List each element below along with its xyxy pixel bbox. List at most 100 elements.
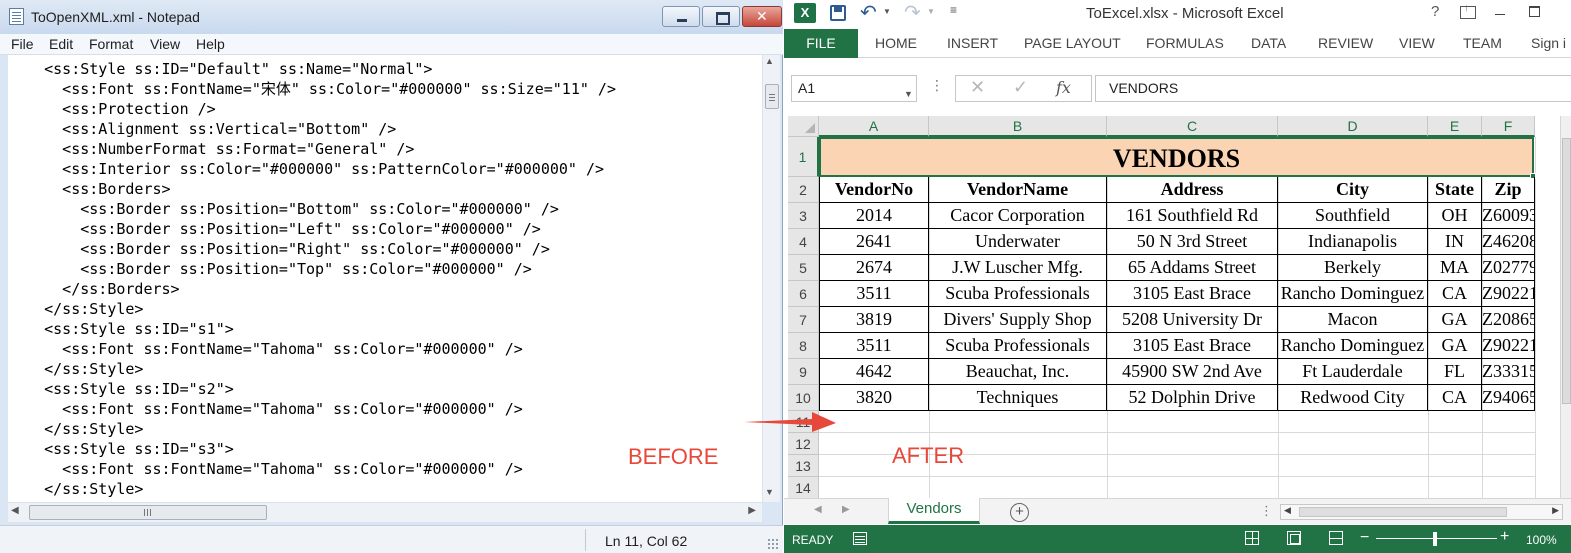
- previous-sheet-icon[interactable]: ◀: [814, 504, 822, 515]
- cell-city[interactable]: Rancho Dominguez: [1278, 333, 1428, 359]
- menu-file[interactable]: File: [11, 36, 34, 52]
- cell-state[interactable]: IN: [1428, 229, 1482, 255]
- scroll-left-icon[interactable]: ◀: [1284, 505, 1291, 516]
- cell-city[interactable]: Redwood City: [1278, 385, 1428, 411]
- cell-vendor-no[interactable]: 3511: [819, 333, 929, 359]
- normal-view-icon[interactable]: [1245, 531, 1259, 545]
- tab-review[interactable]: REVIEW: [1318, 35, 1373, 51]
- cell-city[interactable]: Macon: [1278, 307, 1428, 333]
- redo-dropdown-icon[interactable]: ▼: [927, 7, 935, 16]
- tab-split-handle-icon[interactable]: ⋮: [1260, 503, 1273, 519]
- tab-home[interactable]: HOME: [875, 35, 917, 51]
- cell-state[interactable]: MA: [1428, 255, 1482, 281]
- cell-vendor-no[interactable]: 2641: [819, 229, 929, 255]
- cell-vendor-name[interactable]: Scuba Professionals: [929, 281, 1107, 307]
- cell-address[interactable]: 161 Southfield Rd: [1107, 203, 1278, 229]
- row-header[interactable]: 1: [788, 137, 819, 177]
- sign-in-link[interactable]: Sign i: [1531, 35, 1566, 51]
- scroll-right-icon[interactable]: ▶: [1552, 505, 1559, 516]
- column-header-a[interactable]: A: [819, 116, 929, 137]
- excel-vertical-scrollbar[interactable]: [1560, 116, 1571, 498]
- row-header[interactable]: 9: [788, 359, 819, 385]
- cell-vendor-no[interactable]: 3511: [819, 281, 929, 307]
- cell-state[interactable]: CA: [1428, 281, 1482, 307]
- scroll-up-icon[interactable]: ▲: [765, 56, 774, 66]
- cell-zip[interactable]: Z94065: [1482, 385, 1535, 411]
- undo-icon[interactable]: ↶: [860, 0, 877, 25]
- cell-state[interactable]: GA: [1428, 333, 1482, 359]
- zoom-level[interactable]: 100%: [1526, 533, 1557, 547]
- column-header-b[interactable]: B: [929, 116, 1107, 137]
- help-button[interactable]: ?: [1431, 3, 1439, 20]
- column-header-c[interactable]: C: [1107, 116, 1278, 137]
- row-header[interactable]: 6: [788, 281, 819, 307]
- menu-help[interactable]: Help: [196, 36, 225, 52]
- cell-state[interactable]: OH: [1428, 203, 1482, 229]
- formula-bar-grip-icon[interactable]: ⋮: [930, 77, 944, 94]
- customize-toolbar-icon[interactable]: ≡: [950, 3, 957, 17]
- excel-vertical-scroll-thumb[interactable]: [1562, 138, 1571, 404]
- cell-state[interactable]: CA: [1428, 385, 1482, 411]
- sheet-tab-vendors[interactable]: Vendors: [888, 498, 980, 524]
- insert-function-icon[interactable]: fx: [1056, 78, 1071, 97]
- cell-vendor-name[interactable]: Beauchat, Inc.: [929, 359, 1107, 385]
- cell-address[interactable]: 5208 University Dr: [1107, 307, 1278, 333]
- cell-vendor-no[interactable]: 2014: [819, 203, 929, 229]
- cell-state[interactable]: GA: [1428, 307, 1482, 333]
- row-header[interactable]: 8: [788, 333, 819, 359]
- cell-vendor-no[interactable]: 4642: [819, 359, 929, 385]
- row-header[interactable]: 12: [788, 433, 819, 455]
- header-cell-vendor-name[interactable]: VendorName: [929, 177, 1107, 203]
- cell-city[interactable]: Indianapolis: [1278, 229, 1428, 255]
- excel-logo-icon[interactable]: X: [794, 3, 816, 23]
- notepad-titlebar[interactable]: ToOpenXML.xml - Notepad: [0, 0, 783, 34]
- notepad-maximize-button[interactable]: [702, 6, 740, 27]
- page-break-preview-icon[interactable]: [1329, 531, 1343, 545]
- tab-view[interactable]: VIEW: [1399, 35, 1435, 51]
- tab-insert[interactable]: INSERT: [947, 35, 998, 51]
- cell-vendor-name[interactable]: Underwater: [929, 229, 1107, 255]
- column-header-f[interactable]: F: [1482, 116, 1535, 137]
- row-header[interactable]: 13: [788, 455, 819, 477]
- menu-format[interactable]: Format: [89, 36, 133, 52]
- cell-address[interactable]: 65 Addams Street: [1107, 255, 1278, 281]
- column-header-e[interactable]: E: [1428, 116, 1482, 137]
- notepad-vertical-scroll-thumb[interactable]: [765, 84, 779, 109]
- header-cell-zip[interactable]: Zip: [1482, 177, 1535, 203]
- add-sheet-button[interactable]: +: [1010, 503, 1029, 522]
- enter-check-icon[interactable]: ✓: [1013, 77, 1028, 98]
- formula-input[interactable]: VENDORS: [1095, 75, 1571, 102]
- tab-file[interactable]: FILE: [784, 29, 858, 58]
- excel-titlebar[interactable]: X ↶ ▼ ↷ ▼ ≡ ToExcel.xlsx - Microsoft Exc…: [784, 0, 1571, 27]
- cell-address[interactable]: 52 Dolphin Drive: [1107, 385, 1278, 411]
- tab-data[interactable]: DATA: [1251, 35, 1286, 51]
- notepad-horizontal-scroll-thumb[interactable]: [29, 505, 267, 520]
- cell-vendor-no[interactable]: 3819: [819, 307, 929, 333]
- notepad-horizontal-scrollbar[interactable]: ◀ ▶: [8, 502, 762, 522]
- cell-vendor-name[interactable]: J.W Luscher Mfg.: [929, 255, 1107, 281]
- excel-horizontal-scrollbar[interactable]: ◀ ▶: [1280, 504, 1563, 520]
- notepad-text-area[interactable]: <ss:Style ss:ID="Default" ss:Name="Norma…: [8, 55, 762, 502]
- cell-address[interactable]: 45900 SW 2nd Ave: [1107, 359, 1278, 385]
- row-header[interactable]: 2: [788, 177, 819, 203]
- menu-edit[interactable]: Edit: [49, 36, 73, 52]
- page-layout-view-icon[interactable]: [1287, 531, 1301, 545]
- cell-zip[interactable]: Z90221: [1482, 281, 1535, 307]
- worksheet-grid[interactable]: A B C D E F 1 2 3 4 5 6 7 8 9 10 11 12 1…: [784, 116, 1571, 498]
- undo-dropdown-icon[interactable]: ▼: [883, 7, 891, 16]
- name-box-dropdown-icon[interactable]: ▼: [904, 82, 913, 107]
- cell-city[interactable]: Ft Lauderdale: [1278, 359, 1428, 385]
- cell-zip[interactable]: Z20865: [1482, 307, 1535, 333]
- zoom-in-button[interactable]: +: [1500, 528, 1509, 546]
- scroll-left-icon[interactable]: ◀: [11, 505, 19, 516]
- row-header[interactable]: 4: [788, 229, 819, 255]
- zoom-out-button[interactable]: −: [1360, 529, 1369, 547]
- name-box[interactable]: A1 ▼: [791, 75, 917, 102]
- cell-vendor-name[interactable]: Cacor Corporation: [929, 203, 1107, 229]
- cell-state[interactable]: FL: [1428, 359, 1482, 385]
- cell-zip[interactable]: Z90221: [1482, 333, 1535, 359]
- cell-zip[interactable]: Z02779: [1482, 255, 1535, 281]
- cell-vendor-no[interactable]: 2674: [819, 255, 929, 281]
- row-header[interactable]: 5: [788, 255, 819, 281]
- tab-page-layout[interactable]: PAGE LAYOUT: [1024, 35, 1121, 51]
